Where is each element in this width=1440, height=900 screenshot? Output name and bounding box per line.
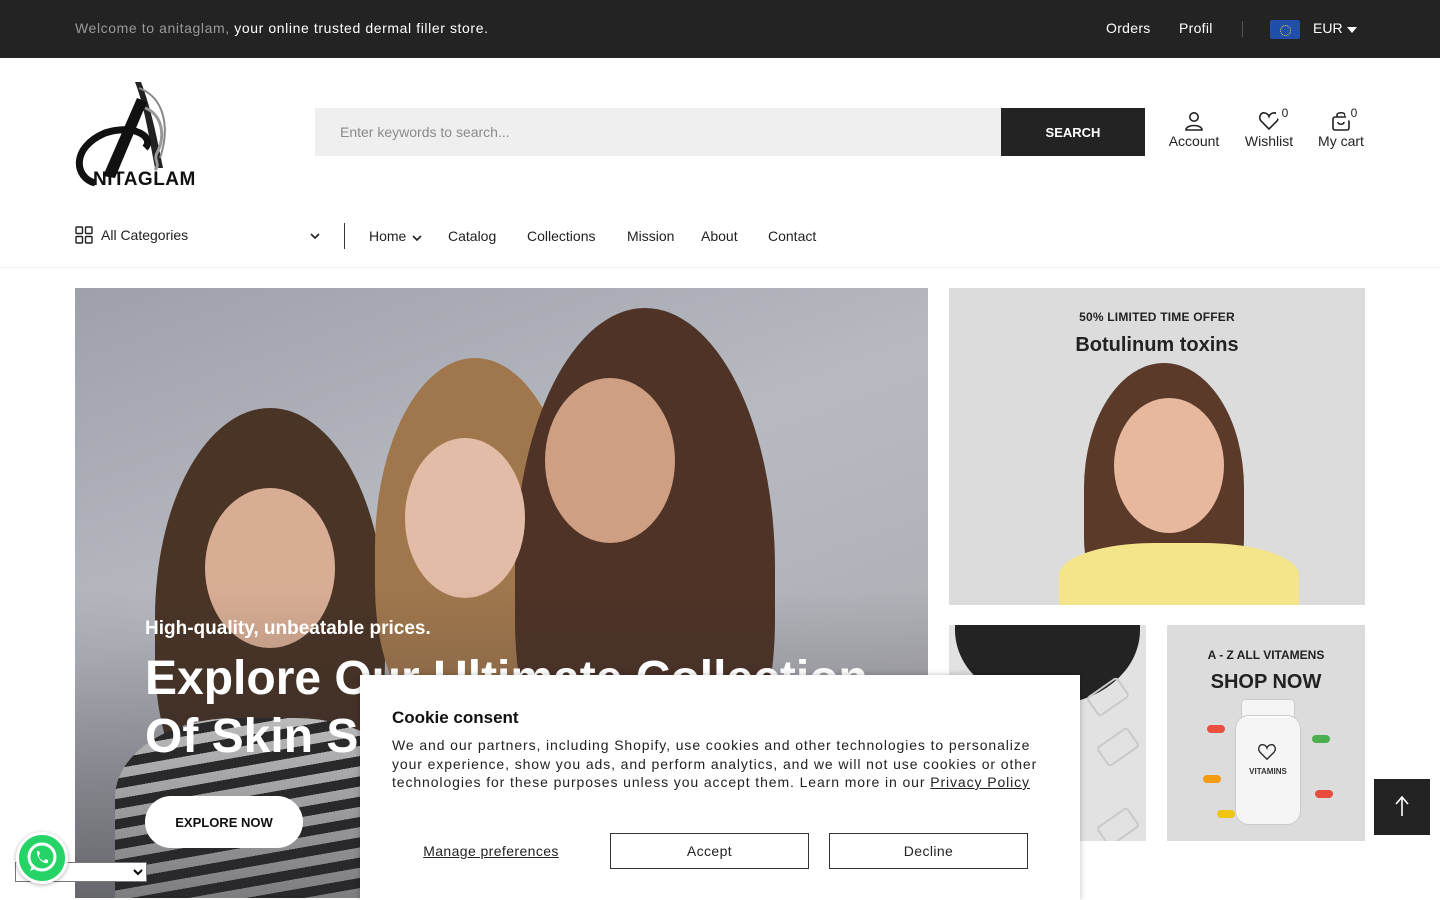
pill-image — [1203, 775, 1221, 783]
cookie-title: Cookie consent — [392, 708, 519, 727]
pill-image — [1217, 810, 1235, 818]
explore-now-button[interactable]: EXPLORE NOW — [145, 796, 303, 848]
caret-down-icon[interactable] — [1347, 27, 1357, 33]
currency-selector[interactable]: EUR — [1313, 20, 1343, 36]
sale-tag-icon — [1095, 806, 1141, 841]
all-categories-dropdown[interactable]: All Categories — [75, 226, 188, 244]
whatsapp-button[interactable] — [16, 832, 68, 884]
nav-about[interactable]: About — [701, 228, 738, 244]
search-button[interactable]: SEARCH — [1001, 108, 1145, 156]
nav-divider — [344, 223, 345, 249]
wishlist-label: Wishlist — [1244, 133, 1294, 149]
pill-image — [1207, 725, 1225, 733]
hero-subtitle: High-quality, unbeatable prices. — [145, 618, 431, 639]
profil-link[interactable]: Profil — [1179, 20, 1213, 36]
whatsapp-icon — [27, 842, 57, 872]
orders-link[interactable]: Orders — [1106, 20, 1151, 36]
manage-preferences-button[interactable]: Manage preferences — [392, 833, 590, 869]
vitamins-kicker: A - Z ALL VITAMENS — [1207, 648, 1325, 662]
cart-link[interactable]: 0 My cart — [1318, 104, 1364, 149]
hero-photo-face-2 — [405, 438, 525, 598]
hero-photo-face-3 — [545, 378, 675, 543]
cookie-body: We and our partners, including Shopify, … — [392, 736, 1052, 792]
botox-kicker: 50% LIMITED TIME OFFER — [1079, 310, 1235, 324]
account-link[interactable]: Account — [1168, 110, 1220, 149]
pill-image — [1312, 735, 1330, 743]
vitamin-jar-label: VITAMINS — [1249, 767, 1287, 776]
welcome-muted: Welcome to anitaglam, — [75, 20, 230, 36]
back-to-top-button[interactable] — [1374, 779, 1430, 835]
wishlist-count-badge: 0 — [1276, 104, 1294, 122]
pill-image — [1315, 790, 1333, 798]
grid-icon — [75, 226, 93, 244]
top-bar: Welcome to anitaglam, your online truste… — [0, 0, 1440, 58]
nav-home[interactable]: Home — [369, 228, 406, 244]
user-icon — [1185, 112, 1203, 131]
logo-wordmark: NITAGLAM — [93, 169, 196, 190]
header-divider — [0, 267, 1440, 268]
botox-banner[interactable]: 50% LIMITED TIME OFFER Botulinum toxins — [949, 288, 1365, 605]
privacy-policy-link[interactable]: Privacy Policy — [930, 774, 1030, 790]
botox-photo-shirt — [1059, 543, 1299, 605]
botox-photo-face — [1114, 398, 1224, 533]
account-label: Account — [1168, 133, 1220, 149]
all-categories-label: All Categories — [101, 227, 189, 243]
nav-catalog[interactable]: Catalog — [448, 228, 496, 244]
vitamins-banner[interactable]: A - Z ALL VITAMENS SHOP NOW VITAMINS — [1167, 625, 1365, 841]
chevron-down-icon[interactable] — [411, 232, 423, 244]
topbar-divider — [1242, 21, 1243, 37]
welcome-strong: your online trusted dermal filler store. — [234, 20, 489, 36]
cart-count-badge: 0 — [1345, 104, 1363, 122]
cart-label: My cart — [1318, 133, 1364, 149]
decline-button[interactable]: Decline — [829, 833, 1028, 869]
arrow-up-icon — [1395, 795, 1409, 816]
search-input[interactable] — [315, 108, 1001, 156]
accept-button[interactable]: Accept — [610, 833, 809, 869]
sale-tag-icon — [1095, 726, 1141, 768]
nav-collections[interactable]: Collections — [527, 228, 595, 244]
eu-flag-icon[interactable] — [1270, 20, 1300, 39]
heart-icon — [1257, 743, 1277, 761]
chevron-down-icon[interactable] — [309, 230, 321, 242]
botox-title: Botulinum toxins — [1075, 334, 1239, 356]
vitamins-title: SHOP NOW — [1210, 671, 1322, 693]
nav-contact[interactable]: Contact — [768, 228, 816, 244]
cookie-consent-dialog: Cookie consent We and our partners, incl… — [360, 675, 1080, 900]
nav-mission[interactable]: Mission — [627, 228, 674, 244]
wishlist-link[interactable]: 0 Wishlist — [1244, 104, 1294, 149]
welcome-message: Welcome to anitaglam, your online truste… — [75, 20, 489, 36]
